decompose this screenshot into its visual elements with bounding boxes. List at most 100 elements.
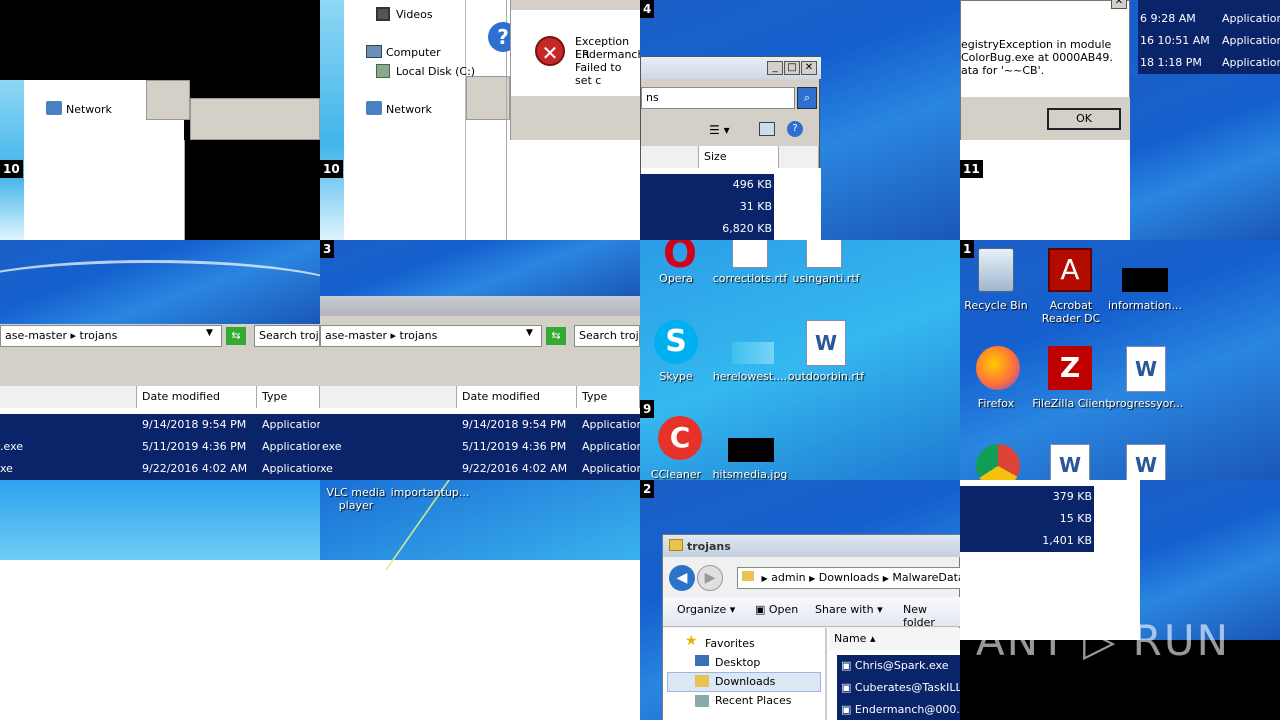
desktop-icon-label[interactable]: Firefox xyxy=(960,397,1036,410)
nav-recent-places[interactable]: Recent Places xyxy=(715,694,792,707)
file-type: Application xyxy=(582,436,640,458)
desktop-icon-label[interactable]: CCleaner xyxy=(640,468,716,480)
acrobat-icon[interactable]: A xyxy=(1048,248,1092,292)
desktop-icon-label[interactable]: Opera xyxy=(640,272,716,285)
desktop-icon-label[interactable]: information... xyxy=(1105,299,1185,312)
desktop-icon-label[interactable]: Skype xyxy=(640,370,716,383)
breadcrumb-downloads[interactable]: Downloads xyxy=(819,571,879,584)
file-type: Application xyxy=(262,458,320,480)
file-name[interactable]: xe xyxy=(0,458,13,480)
breadcrumb[interactable]: ase-master ▸ trojans xyxy=(0,325,222,347)
nav-favorites[interactable]: Favorites xyxy=(705,637,755,650)
column-header-name[interactable]: Name ▴ xyxy=(829,628,960,650)
nav-local-disk-label[interactable]: Local Disk (C:) xyxy=(396,65,475,78)
maximize-button[interactable]: □ xyxy=(784,61,800,75)
column-header-date[interactable]: Date modified xyxy=(457,386,577,408)
desktop-icon-label[interactable]: progressyor... xyxy=(1106,397,1186,410)
share-with-button[interactable]: Share with ▾ xyxy=(815,603,883,616)
desktop-icon-label[interactable]: outdoorbin.rtf xyxy=(786,370,866,383)
nav-downloads[interactable]: Downloads xyxy=(715,675,775,688)
tile-number: 10 xyxy=(320,160,343,178)
search-input[interactable]: ns xyxy=(641,87,795,109)
file-name[interactable]: ▣ Cuberates@TaskILL xyxy=(841,677,960,699)
file-name[interactable]: exe xyxy=(322,436,342,458)
address-bar[interactable]: ▶ admin ▶ Downloads ▶ MalwareDatab xyxy=(737,567,960,589)
desktop-icon-label[interactable]: usinganti.rtf xyxy=(786,272,866,285)
search-input[interactable]: Search troja xyxy=(254,325,320,347)
help-icon[interactable]: ? xyxy=(787,121,803,137)
file-name[interactable]: ▣ Chris@Spark.exe xyxy=(841,655,949,677)
file-icon[interactable] xyxy=(1122,268,1168,292)
ok-button[interactable]: OK xyxy=(1047,108,1121,130)
open-button[interactable]: ▣ Open xyxy=(755,603,798,616)
file-name[interactable]: .exe xyxy=(0,436,24,458)
breadcrumb-separator-icon: ▶ xyxy=(809,574,816,583)
firefox-icon[interactable] xyxy=(976,346,1020,390)
file-name[interactable]: ▣ Endermanch@000.e xyxy=(841,699,960,720)
search-icon[interactable]: ⌕ xyxy=(797,87,817,109)
file-type: Application xyxy=(262,436,320,458)
back-button[interactable]: ◀ xyxy=(669,565,695,591)
column-header-date[interactable]: Date modified xyxy=(137,386,257,408)
dropdown-arrow-icon[interactable]: ▼ xyxy=(526,328,533,338)
recent-places-icon xyxy=(695,695,709,707)
views-icon[interactable]: ☰ ▾ xyxy=(709,123,730,137)
new-folder-button[interactable]: New folder xyxy=(903,603,959,629)
desktop-icon-label[interactable]: Recycle Bin xyxy=(960,299,1036,312)
desktop-icon-label[interactable]: player xyxy=(320,499,396,512)
nav-videos-label[interactable]: Videos xyxy=(396,8,433,21)
rtf-document-icon[interactable] xyxy=(806,240,842,268)
nav-computer-label[interactable]: Computer xyxy=(386,46,441,59)
filezilla-icon[interactable]: Z xyxy=(1048,346,1092,390)
refresh-icon[interactable]: ⇆ xyxy=(226,327,246,345)
search-input[interactable]: Search troja xyxy=(574,325,640,347)
desktop-icon-label[interactable]: herelowest.... xyxy=(710,370,790,383)
rtf-document-icon[interactable] xyxy=(732,240,768,268)
error-message-line: Failed to set c xyxy=(575,61,622,87)
date-modified: 9/22/2016 4:02 AM xyxy=(142,458,248,480)
desktop-icon-label[interactable]: importantup... xyxy=(390,486,470,499)
file-size: 1,401 KB xyxy=(1030,530,1092,552)
column-header-size[interactable]: Size xyxy=(699,146,779,168)
tile-number: 9 xyxy=(640,400,655,418)
forward-button[interactable]: ▶ xyxy=(697,565,723,591)
ccleaner-icon[interactable]: C xyxy=(658,416,702,460)
recycle-bin-icon[interactable] xyxy=(978,248,1014,292)
breadcrumb-separator-icon: ▶ xyxy=(882,574,889,583)
preview-pane-icon[interactable] xyxy=(759,122,775,136)
image-file-icon[interactable] xyxy=(728,438,774,462)
desktop-icon-label[interactable]: VLC media xyxy=(320,486,396,499)
breadcrumb-malware[interactable]: MalwareDatab xyxy=(892,571,960,584)
desktop-icon-label[interactable]: hitsmedia.jpg xyxy=(710,468,790,480)
word-document-icon[interactable]: W xyxy=(1126,444,1166,480)
nav-network-label[interactable]: Network xyxy=(66,103,112,116)
nav-network-label[interactable]: Network xyxy=(386,103,432,116)
breadcrumb-admin[interactable]: admin xyxy=(771,571,805,584)
file-icon[interactable] xyxy=(732,342,774,364)
column-header-type[interactable]: Type xyxy=(257,386,320,408)
minimize-button[interactable]: _ xyxy=(767,61,783,75)
dropdown-arrow-icon[interactable]: ▼ xyxy=(206,328,213,338)
desktop-icon-label[interactable]: Acrobat xyxy=(1031,299,1111,312)
chrome-icon[interactable] xyxy=(976,444,1020,480)
desktop-icon-label[interactable]: Reader DC xyxy=(1031,312,1111,325)
organize-button[interactable]: Organize ▾ xyxy=(677,603,735,616)
refresh-icon[interactable]: ⇆ xyxy=(546,327,566,345)
word-document-icon[interactable]: W xyxy=(806,320,846,366)
network-icon xyxy=(46,101,62,115)
file-type: Application xyxy=(582,414,640,436)
skype-icon[interactable]: S xyxy=(654,320,698,364)
tile-7: O Opera correctlots.rtf usinganti.rtf S … xyxy=(640,240,960,480)
close-button[interactable]: ✕ xyxy=(801,61,817,75)
word-document-icon[interactable]: W xyxy=(1126,346,1166,392)
close-button[interactable]: ✕ xyxy=(1111,0,1127,9)
column-header-type[interactable]: Type xyxy=(577,386,640,408)
desktop-icon-label[interactable]: correctlots.rtf xyxy=(710,272,790,285)
desktop-icon xyxy=(695,655,709,666)
nav-desktop[interactable]: Desktop xyxy=(715,656,760,669)
file-name[interactable]: xe xyxy=(320,458,333,480)
word-document-icon[interactable]: W xyxy=(1050,444,1090,480)
date-modified: 6 9:28 AM xyxy=(1140,8,1196,30)
breadcrumb[interactable]: ase-master ▸ trojans xyxy=(320,325,542,347)
desktop-icon-label[interactable]: FileZilla Client xyxy=(1031,397,1111,410)
